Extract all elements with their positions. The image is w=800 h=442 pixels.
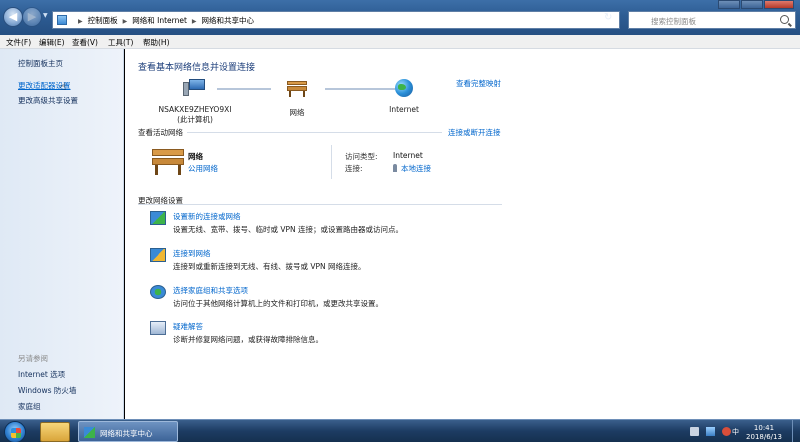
- homegroup-icon: [150, 285, 166, 299]
- menu-tools[interactable]: 工具(T): [108, 37, 133, 48]
- sidebar: 控制面板主页 更改适配器设置 ☝ 更改高级共享设置 另请参阅 Internet …: [0, 49, 124, 419]
- globe-icon: [395, 79, 413, 97]
- explorer-taskbar-icon[interactable]: [40, 422, 70, 442]
- sidebar-item-windows-firewall[interactable]: Windows 防火墙: [18, 385, 76, 396]
- connect-network-link[interactable]: 连接到网络: [173, 248, 211, 259]
- map-node-network[interactable]: 网络: [277, 81, 317, 118]
- breadcrumb-item[interactable]: 网络和共享中心: [202, 16, 255, 25]
- search-input[interactable]: 搜索控制面板: [651, 16, 696, 27]
- network-center-icon: [84, 427, 95, 438]
- sidebar-item-internet-options[interactable]: Internet 选项: [18, 369, 65, 380]
- windows-logo-icon: [11, 428, 21, 438]
- menu-file[interactable]: 文件(F): [6, 37, 31, 48]
- page-title: 查看基本网络信息并设置连接: [138, 63, 256, 73]
- refresh-icon[interactable]: ↻: [604, 12, 612, 23]
- network-type-link[interactable]: 公用网络: [188, 163, 218, 174]
- active-networks-heading: 查看活动网络: [138, 128, 183, 137]
- see-also-heading: 另请参阅: [18, 354, 48, 363]
- troubleshoot-desc: 诊断并修复网络问题，或获得故障排除信息。: [173, 335, 323, 344]
- connection-value[interactable]: 本地连接: [393, 163, 431, 174]
- chevron-right-icon[interactable]: ▶: [123, 18, 128, 25]
- internet-label: Internet: [389, 105, 419, 114]
- connect-network-desc: 连接到或重新连接到无线、有线、拨号或 VPN 网络连接。: [173, 262, 366, 271]
- plug-icon: [393, 164, 397, 172]
- address-bar[interactable]: ▶ 控制面板 ▶ 网络和 Internet ▶ 网络和共享中心: [52, 11, 620, 29]
- menu-edit[interactable]: 编辑(E): [39, 37, 65, 48]
- main-content: 查看基本网络信息并设置连接 查看完整映射 NSAKXE9ZHEYO9XI (此计…: [125, 49, 800, 419]
- sidebar-item-control-panel-home[interactable]: 控制面板主页: [18, 58, 63, 69]
- network-setup-icon: [150, 211, 166, 225]
- computer-sub: (此计算机): [177, 115, 213, 124]
- vertical-divider: [331, 145, 332, 179]
- active-network-panel: 网络 公用网络 访问类型: Internet 连接: 本地连接: [138, 141, 502, 183]
- flag-tray-icon[interactable]: [722, 427, 731, 436]
- network-tray-icon[interactable]: [706, 427, 715, 436]
- bench-icon: [152, 149, 184, 175]
- homegroup-desc: 访问位于其他网络计算机上的文件和打印机，或更改共享设置。: [173, 299, 383, 308]
- map-connector: [217, 88, 271, 90]
- access-type-label: 访问类型:: [345, 152, 378, 161]
- access-type-value: Internet: [393, 151, 423, 160]
- hand-cursor-icon: ☝: [60, 82, 67, 93]
- minimize-button[interactable]: [718, 0, 740, 9]
- taskbar-window-label: 网络和共享中心: [100, 429, 153, 438]
- troubleshoot-icon: [150, 321, 166, 335]
- menu-view[interactable]: 查看(V): [72, 37, 98, 48]
- forward-button[interactable]: ▶: [22, 7, 42, 27]
- history-dropdown-icon[interactable]: ▼: [43, 12, 48, 19]
- setup-connection-link[interactable]: 设置新的连接或网络: [173, 211, 241, 222]
- homegroup-link[interactable]: 选择家庭组和共享选项: [173, 285, 248, 296]
- sidebar-item-homegroup[interactable]: 家庭组: [18, 401, 41, 412]
- sidebar-item-advanced-sharing[interactable]: 更改高级共享设置: [18, 95, 78, 106]
- close-button[interactable]: [764, 0, 794, 9]
- full-map-link[interactable]: 查看完整映射: [456, 78, 501, 89]
- start-button[interactable]: [4, 421, 26, 442]
- section-divider: [138, 204, 502, 205]
- search-icon[interactable]: [780, 15, 789, 24]
- computer-name: NSAKXE9ZHEYO9XI: [158, 105, 232, 114]
- section-divider: [187, 132, 442, 133]
- clock[interactable]: 10:41 2018/6/13: [742, 424, 786, 442]
- control-panel-icon: [57, 15, 67, 25]
- ime-indicator-icon[interactable]: 中: [732, 427, 739, 437]
- window-controls: [718, 0, 794, 9]
- connect-disconnect-link[interactable]: 连接或断开连接: [448, 127, 501, 138]
- back-button[interactable]: ◀: [3, 7, 23, 27]
- tray-app-icon[interactable]: [690, 427, 699, 436]
- breadcrumb: ▶ 控制面板 ▶ 网络和 Internet ▶ 网络和共享中心: [73, 15, 254, 26]
- map-node-computer[interactable]: NSAKXE9ZHEYO9XI (此计算机): [155, 79, 235, 125]
- troubleshoot-link[interactable]: 疑难解答: [173, 321, 203, 332]
- local-connection-link[interactable]: 本地连接: [401, 164, 431, 173]
- taskbar: 网络和共享中心 中 10:41 2018/6/13: [0, 419, 800, 442]
- title-bar: ◀ ▶ ▼ ▶ 控制面板 ▶ 网络和 Internet ▶ 网络和共享中心 ▼ ↻ 搜索控…: [0, 0, 800, 35]
- map-node-internet[interactable]: Internet: [381, 79, 427, 114]
- connection-label: 连接:: [345, 164, 363, 173]
- network-label: 网络: [289, 108, 305, 117]
- show-desktop-button[interactable]: [792, 420, 800, 442]
- search-box[interactable]: 搜索控制面板: [628, 11, 796, 29]
- taskbar-window-button[interactable]: 网络和共享中心: [78, 421, 178, 442]
- chevron-right-icon[interactable]: ▶: [78, 18, 83, 25]
- menu-bar: 文件(F) 编辑(E) 查看(V) 工具(T) 帮助(H): [0, 35, 800, 49]
- active-network-name: 网络: [188, 152, 203, 161]
- chevron-right-icon[interactable]: ▶: [192, 18, 197, 25]
- computer-icon: [183, 79, 207, 97]
- menu-help[interactable]: 帮助(H): [143, 37, 170, 48]
- address-dropdown-icon[interactable]: ▼: [592, 15, 597, 22]
- bench-icon: [287, 81, 307, 97]
- breadcrumb-item[interactable]: 控制面板: [88, 16, 118, 25]
- maximize-button[interactable]: [741, 0, 763, 9]
- clock-date: 2018/6/13: [746, 433, 782, 441]
- connect-network-icon: [150, 248, 166, 262]
- breadcrumb-item[interactable]: 网络和 Internet: [132, 16, 187, 25]
- setup-connection-desc: 设置无线、宽带、拨号、临时或 VPN 连接；或设置路由器或访问点。: [173, 225, 404, 234]
- clock-time: 10:41: [753, 424, 775, 432]
